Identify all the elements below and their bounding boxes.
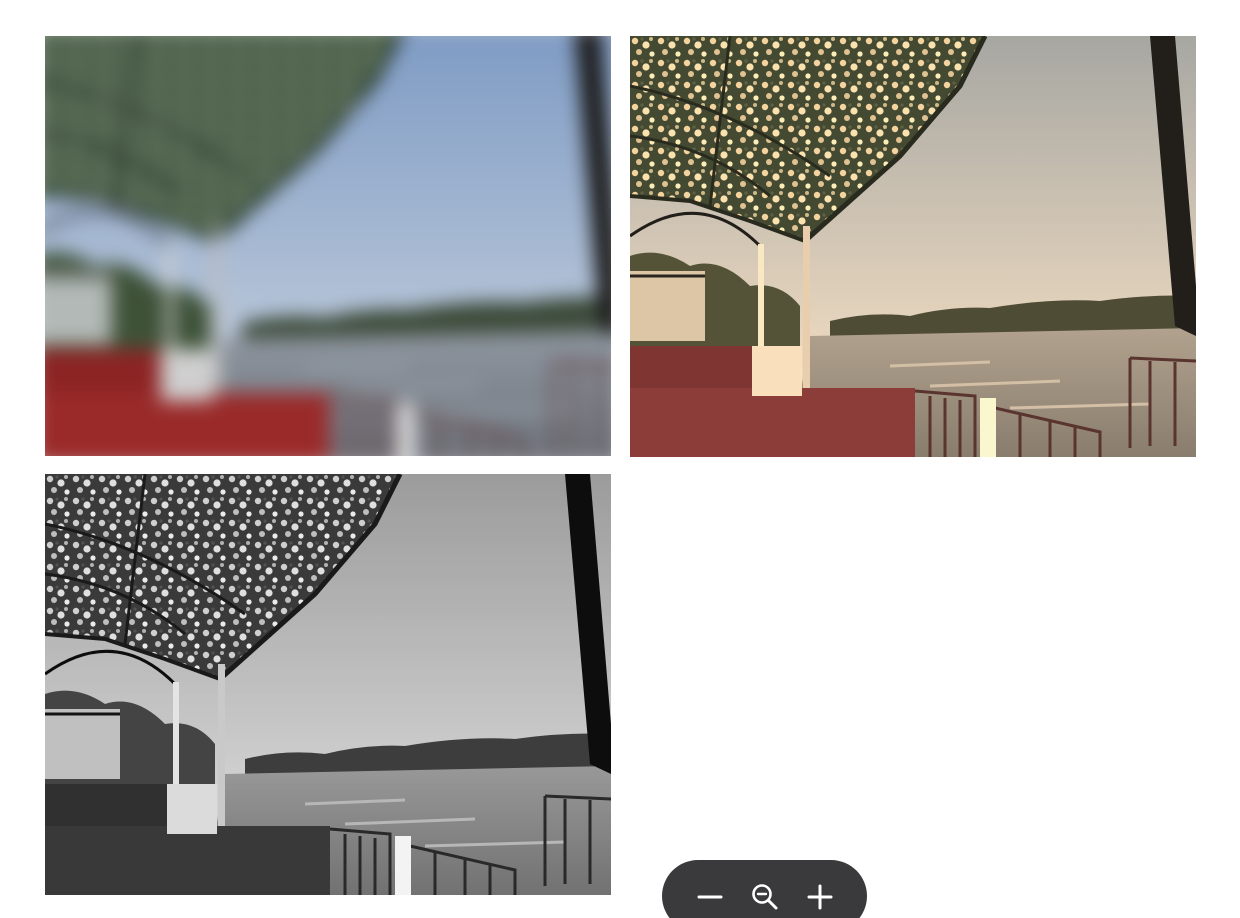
zoom-reset-button[interactable] bbox=[745, 878, 785, 916]
zoom-in-button[interactable] bbox=[800, 878, 840, 916]
blurred-photo[interactable] bbox=[45, 36, 611, 456]
warm-toned-photo[interactable] bbox=[630, 36, 1196, 457]
zoom-out-button[interactable] bbox=[690, 878, 730, 916]
magnifier-minus-icon bbox=[751, 884, 777, 910]
image-gallery bbox=[0, 0, 1240, 918]
minus-icon bbox=[697, 895, 722, 899]
photo-image bbox=[630, 36, 1196, 457]
zoom-toolbar bbox=[662, 860, 867, 918]
grayscale-photo[interactable] bbox=[45, 474, 611, 895]
photo-image bbox=[45, 474, 611, 895]
photo-image bbox=[45, 36, 611, 456]
plus-icon bbox=[807, 884, 832, 910]
